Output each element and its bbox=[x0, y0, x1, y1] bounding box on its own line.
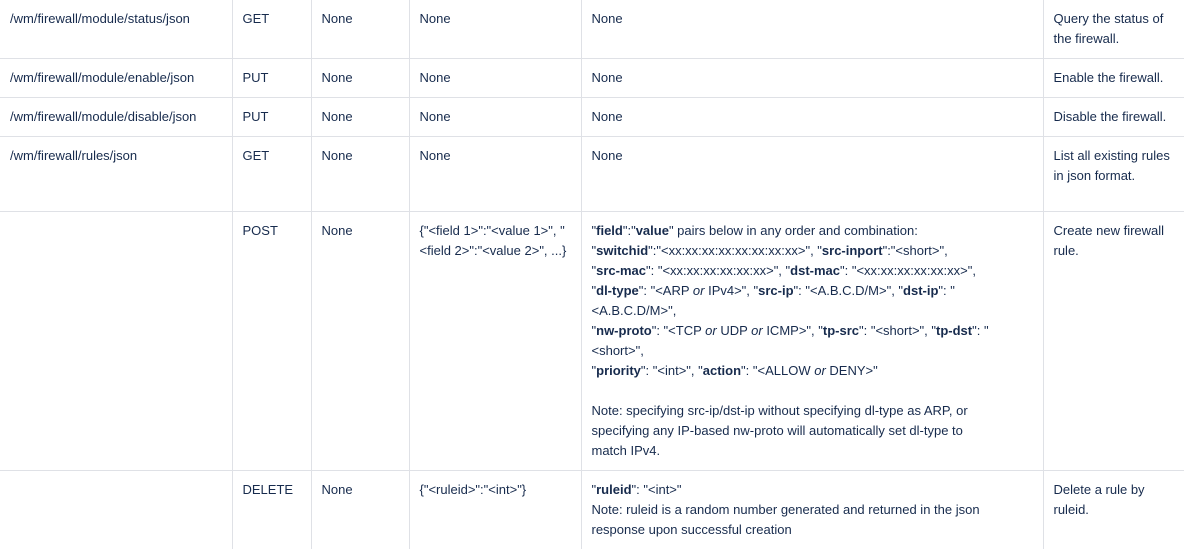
uri-cell bbox=[0, 471, 232, 549]
uri-cell: /wm/firewall/module/status/json bbox=[0, 0, 232, 59]
notes-line: "switchid":"<xx:xx:xx:xx:xx:xx:xx:xx>", … bbox=[592, 241, 1033, 261]
table-row: /wm/firewall/rules/json GET None None No… bbox=[0, 137, 1184, 212]
note-text: Note: specifying src-ip/dst-ip without s… bbox=[592, 401, 1033, 421]
method-cell: POST bbox=[232, 212, 311, 471]
uri-cell: /wm/firewall/module/enable/json bbox=[0, 59, 232, 98]
notes-line: "field":"value" pairs below in any order… bbox=[592, 221, 1033, 241]
param-cell: None bbox=[311, 98, 409, 137]
table-row: /wm/firewall/module/disable/json PUT Non… bbox=[0, 98, 1184, 137]
notes-cell: "ruleid": "<int>" Note: ruleid is a rand… bbox=[581, 471, 1043, 549]
notes-line: "dl-type": "<ARP or IPv4>", "src-ip": "<… bbox=[592, 281, 1033, 301]
notes-cell: None bbox=[581, 137, 1043, 212]
data-cell: None bbox=[409, 59, 581, 98]
description-cell: Enable the firewall. bbox=[1043, 59, 1184, 98]
notes-line: "ruleid": "<int>" bbox=[592, 480, 1033, 500]
note-text: response upon successful creation bbox=[592, 520, 1033, 540]
firewall-api-table: /wm/firewall/module/status/json GET None… bbox=[0, 0, 1184, 549]
notes-cell: None bbox=[581, 59, 1043, 98]
notes-line: "priority": "<int>", "action": "<ALLOW o… bbox=[592, 361, 1033, 381]
table-row: POST None {"<field 1>":"<value 1>", "<fi… bbox=[0, 212, 1184, 471]
data-cell: None bbox=[409, 98, 581, 137]
notes-cell: "field":"value" pairs below in any order… bbox=[581, 212, 1043, 471]
description-cell: Query the status of the firewall. bbox=[1043, 0, 1184, 59]
table-row: DELETE None {"<ruleid>":"<int>"} "ruleid… bbox=[0, 471, 1184, 549]
table-row: /wm/firewall/module/status/json GET None… bbox=[0, 0, 1184, 59]
param-cell: None bbox=[311, 59, 409, 98]
notes-line: <A.B.C.D/M>", bbox=[592, 301, 1033, 321]
uri-cell: /wm/firewall/rules/json bbox=[0, 137, 232, 212]
notes-cell: None bbox=[581, 98, 1043, 137]
description-cell: Create new firewall rule. bbox=[1043, 212, 1184, 471]
method-cell: PUT bbox=[232, 98, 311, 137]
method-cell: DELETE bbox=[232, 471, 311, 549]
uri-cell: /wm/firewall/module/disable/json bbox=[0, 98, 232, 137]
data-cell: {"<ruleid>":"<int>"} bbox=[409, 471, 581, 549]
param-cell: None bbox=[311, 212, 409, 471]
description-cell: List all existing rules in json format. bbox=[1043, 137, 1184, 212]
notes-cell: None bbox=[581, 0, 1043, 59]
notes-line: "nw-proto": "<TCP or UDP or ICMP>", "tp-… bbox=[592, 321, 1033, 341]
method-cell: PUT bbox=[232, 59, 311, 98]
uri-cell bbox=[0, 212, 232, 471]
method-cell: GET bbox=[232, 0, 311, 59]
note-text: Note: ruleid is a random number generate… bbox=[592, 500, 1033, 520]
param-cell: None bbox=[311, 137, 409, 212]
data-cell: {"<field 1>":"<value 1>", "<field 2>":"<… bbox=[409, 212, 581, 471]
note-text: match IPv4. bbox=[592, 441, 1033, 461]
param-cell: None bbox=[311, 471, 409, 549]
param-cell: None bbox=[311, 0, 409, 59]
table-row: /wm/firewall/module/enable/json PUT None… bbox=[0, 59, 1184, 98]
description-cell: Delete a rule by ruleid. bbox=[1043, 471, 1184, 549]
spacer bbox=[592, 381, 1033, 401]
method-cell: GET bbox=[232, 137, 311, 212]
data-cell: None bbox=[409, 137, 581, 212]
note-text: specifying any IP-based nw-proto will au… bbox=[592, 421, 1033, 441]
notes-line: <short>", bbox=[592, 341, 1033, 361]
description-cell: Disable the firewall. bbox=[1043, 98, 1184, 137]
data-cell: None bbox=[409, 0, 581, 59]
notes-line: "src-mac": "<xx:xx:xx:xx:xx:xx>", "dst-m… bbox=[592, 261, 1033, 281]
